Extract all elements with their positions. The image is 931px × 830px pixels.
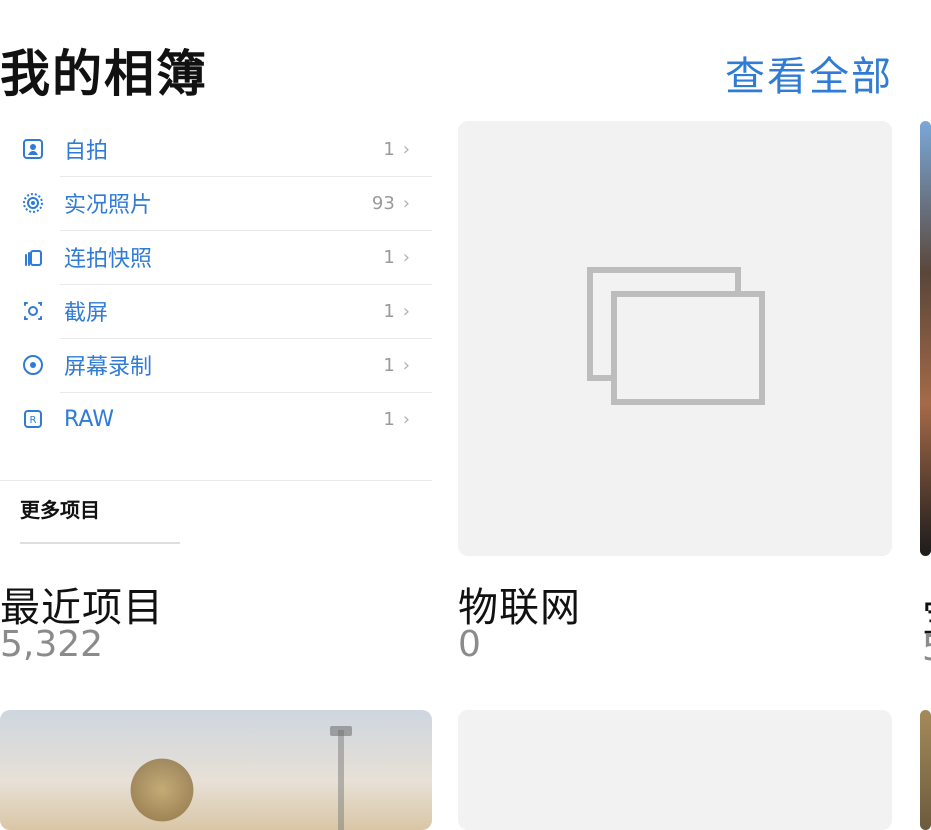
list-row-count: 1 [383, 138, 395, 160]
list-row-count: 93 [371, 192, 395, 214]
list-row: 连拍快照 1 › [0, 230, 432, 284]
light-pole [338, 730, 344, 830]
chevron-right-icon: › [402, 192, 410, 214]
list-row-label: 屏幕录制 [64, 355, 153, 380]
chevron-right-icon: › [402, 246, 410, 268]
album-thumbnail[interactable] [920, 710, 931, 830]
list-row: 截屏 1 › [0, 284, 432, 338]
list-row-label: 实况照片 [64, 193, 153, 218]
list-row-label: RAW [64, 406, 114, 432]
screen-recording-icon [16, 348, 50, 382]
see-all-link[interactable]: 查看全部 [725, 44, 893, 102]
placeholder-album-icon [586, 266, 766, 406]
chevron-right-icon: › [402, 138, 410, 160]
next-album-thumbnail[interactable] [920, 121, 931, 556]
sun-ornament [122, 750, 202, 830]
album-thumbnail[interactable] [0, 710, 432, 830]
cutoff-row-hint [20, 542, 180, 554]
list-row-label: 自拍 [64, 139, 109, 164]
list-row-label: 连拍快照 [64, 247, 153, 272]
list-row-count: 1 [383, 354, 395, 376]
album-thumbnail[interactable] [458, 710, 892, 830]
album-count-recent-items: 5,322 [0, 624, 104, 665]
album-count-iot: 0 [458, 624, 481, 665]
chevron-right-icon: › [402, 354, 410, 376]
list-row-count: 1 [383, 300, 395, 322]
albums-header: 我的相簿 查看全部 [0, 20, 931, 103]
list-row: R RAW 1 › [0, 392, 432, 446]
list-row: 屏幕录制 1 › [0, 338, 432, 392]
screenshot-icon [16, 294, 50, 328]
list-row-label: 截屏 [64, 301, 109, 326]
svg-text:R: R [30, 415, 37, 426]
next-album-count-cutoff: 5 [922, 628, 931, 669]
list-row: 自拍 1 › [0, 122, 432, 176]
recent-items-album-thumbnail[interactable]: 自拍 1 › 实况照片 93 › 连拍快照 1 › 截屏 1 › 屏幕录制 1 … [0, 122, 432, 558]
more-items-section-title: 更多项目 [20, 498, 100, 522]
list-row-count: 1 [383, 246, 395, 268]
portrait-icon [16, 132, 50, 166]
raw-icon: R [16, 402, 50, 436]
page-title: 我的相簿 [0, 45, 208, 103]
section-divider [0, 480, 432, 481]
iot-album-thumbnail[interactable] [458, 121, 892, 556]
list-row: 实况照片 93 › [0, 176, 432, 230]
chevron-right-icon: › [402, 408, 410, 430]
list-row-count: 1 [383, 408, 395, 430]
live-photo-icon [16, 186, 50, 220]
burst-icon [16, 240, 50, 274]
chevron-right-icon: › [402, 300, 410, 322]
light-pole-head [330, 726, 352, 736]
